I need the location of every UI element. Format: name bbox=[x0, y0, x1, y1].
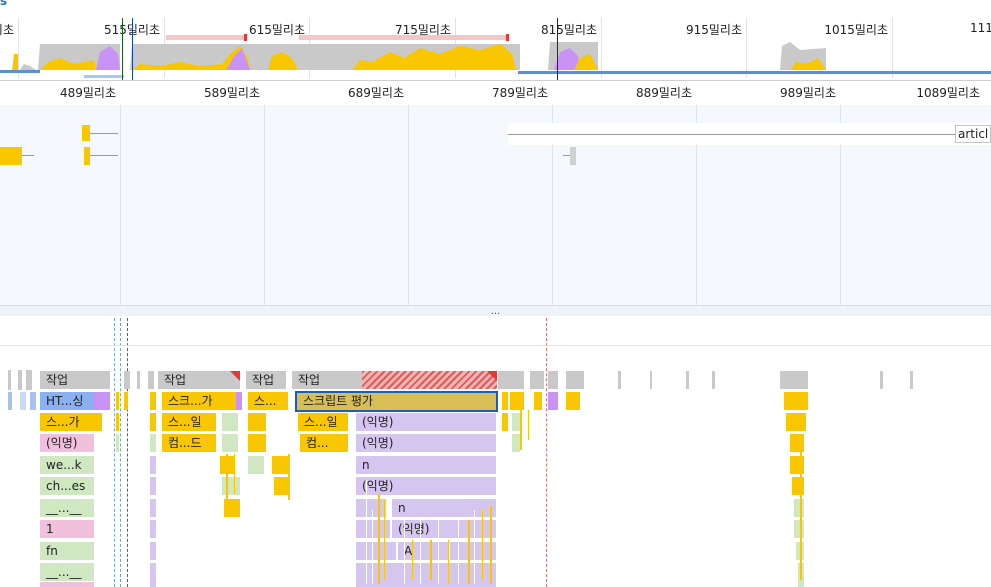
cpu-activity-chart bbox=[12, 42, 826, 70]
overview-tick-4: 815밀리초 bbox=[540, 23, 597, 37]
selection-left-handle[interactable] bbox=[122, 18, 123, 80]
network-request-whisker bbox=[90, 133, 118, 134]
flame-dense-slivers bbox=[226, 410, 802, 584]
network-request-whisker bbox=[90, 155, 118, 156]
network-overview-bar bbox=[84, 75, 124, 78]
ruler-tick-6: 1089밀리초 bbox=[916, 86, 980, 100]
task-block[interactable]: 작업 bbox=[158, 371, 240, 389]
overview-tick-0: 리초 bbox=[0, 23, 14, 37]
task-label: 작업 bbox=[46, 373, 69, 387]
ruler-tick-2: 689밀리초 bbox=[347, 86, 404, 100]
task-block[interactable]: 작업 bbox=[40, 371, 110, 389]
parse-html-block[interactable]: HT...싱 bbox=[40, 392, 94, 410]
task-label: 작업 bbox=[252, 373, 275, 387]
network-request[interactable] bbox=[82, 125, 90, 141]
network-request-whisker bbox=[563, 155, 570, 156]
overview-tick-7: 111 bbox=[970, 21, 991, 35]
task-label: 작업 bbox=[164, 373, 187, 387]
script-eval-selected-block[interactable]: 스크립트 평가 bbox=[295, 391, 498, 412]
ruler-tick-0: 489밀리초 bbox=[59, 86, 116, 100]
flame-row-2: HT...싱 스크...가 스... 스크립트 평가 bbox=[0, 391, 991, 412]
network-overview-bar bbox=[0, 70, 40, 73]
block-label: 스크...가 bbox=[168, 394, 213, 408]
network-request[interactable] bbox=[570, 147, 576, 165]
long-task-overflow bbox=[362, 371, 497, 389]
block-label: 스... bbox=[254, 394, 277, 408]
task-block[interactable]: 작업 bbox=[246, 371, 286, 389]
script-eval-block[interactable]: 스크...가 bbox=[162, 392, 236, 410]
script-eval-block[interactable]: 스... bbox=[248, 392, 288, 410]
network-request-label: articl bbox=[958, 127, 989, 141]
task-row: 작업 작업 작업 작업 bbox=[0, 370, 991, 390]
overview-tick-1: 515밀리초 bbox=[104, 21, 164, 38]
overview-timeline[interactable]: s 리초 515밀리초 615밀리초 715밀리초 815밀리초 915밀리초 … bbox=[0, 0, 991, 80]
network-request-article[interactable]: articl bbox=[955, 125, 991, 143]
block-label: 스크립트 평가 bbox=[303, 394, 374, 408]
network-request-whisker bbox=[22, 155, 34, 156]
overview-tick-5: 915밀리초 bbox=[685, 23, 742, 37]
network-request[interactable] bbox=[84, 147, 90, 165]
network-overview-bar bbox=[518, 71, 991, 74]
overview-cursor-line bbox=[557, 18, 558, 80]
ruler-tick-3: 789밀리초 bbox=[491, 86, 548, 100]
network-request-whisker bbox=[508, 134, 955, 135]
task-label: 작업 bbox=[298, 373, 321, 387]
ruler-tick-5: 989밀리초 bbox=[779, 86, 836, 100]
network-request[interactable] bbox=[0, 147, 22, 165]
ruler-tick-1: 589밀리초 bbox=[203, 86, 260, 100]
corner-glyph: s bbox=[0, 0, 8, 8]
block-label: HT...싱 bbox=[46, 394, 84, 408]
ruler-tick-4: 889밀리초 bbox=[635, 86, 692, 100]
network-track: articl bbox=[0, 105, 991, 305]
main-ruler: 489밀리초 589밀리초 689밀리초 789밀리초 889밀리초 989밀리… bbox=[0, 80, 991, 106]
long-task-corner bbox=[487, 371, 497, 381]
overview-tick-6: 1015밀리초 bbox=[824, 23, 888, 37]
long-task-corner bbox=[230, 371, 240, 381]
selection-right-handle[interactable] bbox=[132, 18, 133, 80]
